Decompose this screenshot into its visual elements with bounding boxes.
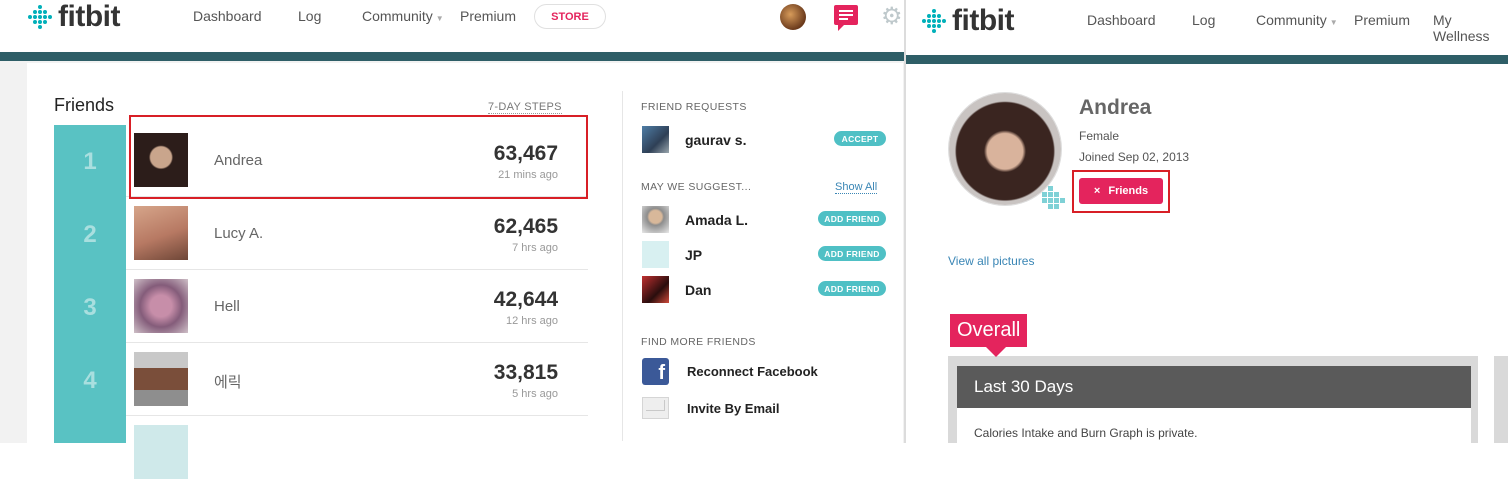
- nav-premium[interactable]: Premium: [1354, 12, 1410, 28]
- request-avatar[interactable]: [642, 126, 669, 153]
- nav-dashboard[interactable]: Dashboard: [1087, 12, 1156, 28]
- nav-strip: [906, 55, 1508, 64]
- steps-column-header[interactable]: 7-DAY STEPS: [488, 101, 562, 114]
- tracker-icon: [1042, 186, 1065, 209]
- friend-avatar[interactable]: [134, 206, 188, 260]
- nav-community-label: Community: [362, 8, 433, 24]
- chevron-down-icon: ▼: [435, 14, 444, 23]
- friend-requests-header: FRIEND REQUESTS: [641, 101, 747, 113]
- friend-row[interactable]: [54, 417, 588, 489]
- accept-button[interactable]: ACCEPT: [834, 131, 886, 146]
- rank-badge: [54, 417, 126, 443]
- nav-log[interactable]: Log: [298, 8, 321, 24]
- store-button[interactable]: STORE: [534, 4, 606, 29]
- highlight-box: [1072, 170, 1170, 213]
- fitbit-logo[interactable]: fitbit: [922, 4, 1014, 38]
- friend-last-sync: 7 hrs ago: [512, 242, 558, 254]
- nav-premium[interactable]: Premium: [460, 8, 516, 24]
- profile-joined-date: Joined Sep 02, 2013: [1079, 150, 1190, 164]
- profile-gender: Female: [1079, 129, 1120, 143]
- suggestion-avatar[interactable]: [642, 206, 669, 233]
- fitbit-logo[interactable]: fitbit: [28, 0, 120, 34]
- nav-my-wellness[interactable]: My Wellness: [1433, 12, 1508, 44]
- top-nav: fitbit Dashboard Log Community ▼ Premium …: [0, 0, 906, 52]
- friend-name[interactable]: 에릭: [214, 371, 242, 392]
- logo-text: fitbit: [58, 0, 120, 33]
- friend-avatar[interactable]: [134, 279, 188, 333]
- nav-community-label: Community: [1256, 12, 1327, 28]
- suggestion-name[interactable]: Dan: [685, 282, 711, 298]
- fitbit-dots-icon: [28, 5, 52, 29]
- reconnect-facebook-label[interactable]: Reconnect Facebook: [687, 364, 818, 379]
- nav-dashboard[interactable]: Dashboard: [193, 8, 262, 24]
- rank-badge: 4: [54, 344, 126, 417]
- gear-icon[interactable]: ⚙: [881, 5, 903, 29]
- mail-icon[interactable]: [642, 397, 669, 419]
- friend-steps: 62,465: [493, 215, 558, 238]
- rank-badge: 3: [54, 271, 126, 344]
- private-note: Calories Intake and Burn Graph is privat…: [957, 408, 1471, 443]
- period-header: Last 30 Days: [957, 366, 1471, 408]
- friend-steps: 33,815: [493, 361, 558, 384]
- sidebar-divider: [622, 91, 623, 441]
- friend-name[interactable]: Hell: [214, 298, 240, 315]
- rank-badge: 2: [54, 198, 126, 271]
- nav-community[interactable]: Community ▼: [1256, 12, 1338, 28]
- suggestion-avatar[interactable]: [642, 276, 669, 303]
- highlight-box: [129, 115, 588, 199]
- friend-last-sync: 5 hrs ago: [512, 388, 558, 400]
- friend-steps: 42,644: [493, 288, 558, 311]
- nav-community[interactable]: Community ▼: [362, 8, 444, 24]
- request-name[interactable]: gaurav s.: [685, 132, 746, 148]
- suggestion-item[interactable]: Dan: [642, 276, 711, 303]
- reconnect-facebook-item[interactable]: f Reconnect Facebook: [642, 358, 818, 385]
- logo-text: fitbit: [952, 4, 1014, 37]
- profile-name: Andrea: [1079, 96, 1152, 119]
- friend-avatar[interactable]: [134, 425, 188, 479]
- add-friend-button[interactable]: ADD FRIEND: [818, 281, 886, 296]
- messages-icon[interactable]: [834, 5, 858, 31]
- suggestion-name[interactable]: Amada L.: [685, 212, 748, 228]
- chevron-down-icon: ▼: [1329, 18, 1338, 27]
- add-friend-button[interactable]: ADD FRIEND: [818, 211, 886, 226]
- stats-panel-frame-edge: [1494, 356, 1508, 443]
- suggestion-item[interactable]: JP: [642, 241, 702, 268]
- suggest-header: MAY WE SUGGEST...: [641, 181, 752, 193]
- user-avatar[interactable]: [780, 4, 806, 30]
- friend-row[interactable]: 2 Lucy A. 62,465 7 hrs ago: [54, 198, 588, 271]
- friend-avatar[interactable]: [134, 352, 188, 406]
- rank-badge: 1: [54, 125, 126, 198]
- invite-email-label[interactable]: Invite By Email: [687, 401, 779, 416]
- facebook-icon[interactable]: f: [642, 358, 669, 385]
- overall-tag: Overall: [950, 314, 1028, 357]
- nav-log[interactable]: Log: [1192, 12, 1215, 28]
- nav-strip: [0, 52, 906, 61]
- invite-email-item[interactable]: Invite By Email: [642, 397, 779, 419]
- find-friends-header: FIND MORE FRIENDS: [641, 336, 756, 348]
- friend-row[interactable]: 4 에릭 33,815 5 hrs ago: [54, 344, 588, 417]
- add-friend-button[interactable]: ADD FRIEND: [818, 246, 886, 261]
- friend-last-sync: 12 hrs ago: [506, 315, 558, 327]
- friend-row[interactable]: 3 Hell 42,644 12 hrs ago: [54, 271, 588, 344]
- friend-request-item[interactable]: gaurav s.: [642, 126, 746, 153]
- top-nav: fitbit Dashboard Log Community ▼ Premium …: [906, 0, 1508, 55]
- friend-name[interactable]: Lucy A.: [214, 225, 263, 242]
- suggestion-item[interactable]: Amada L.: [642, 206, 748, 233]
- suggestion-avatar[interactable]: [642, 241, 669, 268]
- view-all-pictures-link[interactable]: View all pictures: [948, 254, 1034, 268]
- friends-title: Friends: [54, 95, 115, 115]
- fitbit-dots-icon: [922, 9, 946, 33]
- show-all-link[interactable]: Show All: [835, 181, 878, 194]
- suggestion-name[interactable]: JP: [685, 247, 702, 263]
